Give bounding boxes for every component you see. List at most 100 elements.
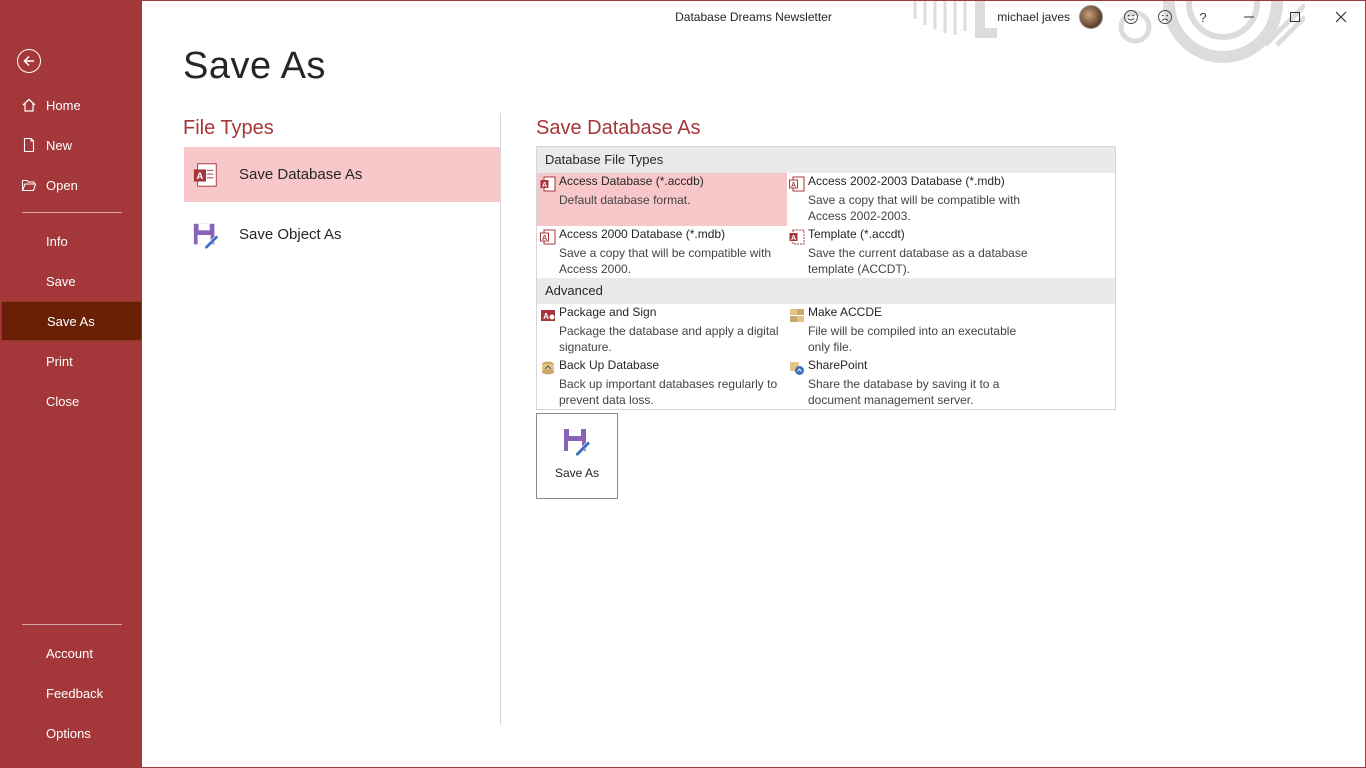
nav-print[interactable]: Print [1,341,142,381]
svg-text:A: A [197,171,204,181]
option-description: Share the database by saving it to a doc… [808,377,1000,407]
nav-save[interactable]: Save [1,261,142,301]
minimize-icon [1244,16,1254,18]
option-description: Save the current database as a database … [808,246,1028,276]
maximize-button[interactable] [1283,5,1307,29]
option-access-2002-2003[interactable]: A Access 2002-2003 Database (*.mdb) Save… [786,173,1036,226]
option-description: Back up important databases regularly to… [559,377,778,407]
nav-print-label: Print [46,353,73,369]
option-title: Access 2000 Database (*.mdb) [559,227,726,241]
option-title: Back Up Database [559,358,660,372]
option-make-accde[interactable]: Make ACCDE File will be compiled into an… [786,304,1036,357]
nav-divider [22,624,122,625]
backstage-nav: Home New Open Info Save Save As Print Cl… [1,1,142,767]
file-types-heading: File Types [183,117,274,139]
nav-options[interactable]: Options [1,713,142,753]
access-database-icon: A [191,160,221,190]
nav-close[interactable]: Close [1,381,142,421]
nav-account-label: Account [46,645,93,661]
nav-info[interactable]: Info [1,221,142,261]
close-window-button[interactable] [1329,5,1353,29]
page-title: Save As [183,45,326,87]
back-button[interactable] [17,49,41,73]
maximize-icon [1290,12,1300,22]
open-folder-icon [20,176,38,194]
svg-text:A: A [542,235,547,242]
save-as-button[interactable]: Save As [536,413,618,499]
option-access-database[interactable]: A Access Database (*.accdb) Default data… [537,173,787,226]
make-accde-icon [790,309,804,322]
home-icon [20,96,38,114]
avatar[interactable] [1079,5,1103,29]
close-icon [1335,11,1347,23]
option-title: Make ACCDE [808,305,883,319]
option-template[interactable]: A Template (*.accdt) Save the current da… [786,226,1036,279]
nav-feedback[interactable]: Feedback [1,673,142,713]
nav-home-label: Home [46,97,81,113]
minimize-button[interactable] [1237,5,1261,29]
file-type-label: Save Object As [239,226,342,243]
save-as-button-label: Save As [554,466,600,480]
svg-text:A: A [542,182,547,189]
option-access-2000[interactable]: A Access 2000 Database (*.mdb) Save a co… [537,226,787,279]
nav-save-label: Save [46,273,76,289]
send-smile-button[interactable] [1119,5,1143,29]
option-description: Package the database and apply a digital… [559,324,779,354]
nav-save-as[interactable]: Save As [1,301,142,341]
group-header-database-file-types: Database File Types [537,147,1115,173]
file-type-save-database-as[interactable]: A Save Database As [184,147,500,202]
file-type-save-object-as[interactable]: Save Object As [184,207,500,262]
user-name[interactable]: michael javes [997,10,1070,24]
option-description: Save a copy that will be compatible with… [559,246,772,276]
help-button[interactable]: ? [1191,5,1215,29]
option-title: Access 2002-2003 Database (*.mdb) [808,174,1005,188]
option-package-and-sign[interactable]: A Package and Sign Package the database … [537,304,787,357]
save-options-panel: Database File Types A Access Database (*… [536,146,1116,410]
back-arrow-icon [23,55,34,67]
package-sign-icon: A [541,310,555,321]
option-description: File will be compiled into an executable… [808,324,1017,354]
option-back-up-database[interactable]: Back Up Database Back up important datab… [537,357,787,410]
nav-options-label: Options [46,725,91,741]
option-title: Access Database (*.accdb) [559,174,704,188]
title-bar: Database Dreams Newsletter michael javes… [142,1,1365,63]
option-title: Package and Sign [559,305,657,319]
option-description: Save a copy that will be compatible with… [808,193,1021,223]
file-type-label: Save Database As [239,166,363,183]
nav-home[interactable]: Home [1,85,142,125]
nav-feedback-label: Feedback [46,685,104,701]
access-mdb-file-icon: A [789,176,805,192]
access-mdb-file-icon: A [540,229,556,245]
access-template-icon: A [789,229,805,245]
sharepoint-icon [790,362,804,375]
nav-new-label: New [46,137,73,153]
access-file-icon: A [540,176,556,192]
save-database-as-heading: Save Database As [536,117,701,139]
backup-database-icon [542,361,554,375]
frown-icon [1158,10,1172,24]
option-sharepoint[interactable]: SharePoint Share the database by saving … [786,357,1036,410]
save-object-icon [191,220,221,250]
nav-account[interactable]: Account [1,633,142,673]
svg-text:A: A [543,312,549,321]
column-divider [500,113,501,725]
option-description: Default database format. [559,193,691,207]
nav-open[interactable]: Open [1,165,142,205]
nav-info-label: Info [46,233,68,249]
svg-text:A: A [791,182,796,189]
new-document-icon [20,136,38,154]
send-frown-button[interactable] [1153,5,1177,29]
group-header-advanced: Advanced [537,278,1115,304]
save-icon [564,429,591,456]
access-backstage-window: Home New Open Info Save Save As Print Cl… [0,0,1366,768]
nav-new[interactable]: New [1,125,142,165]
nav-close-label: Close [46,393,80,409]
svg-text:A: A [791,235,796,242]
option-title: SharePoint [808,358,868,372]
help-icon: ? [1199,9,1207,25]
option-title: Template (*.accdt) [808,227,905,241]
smile-icon [1124,10,1138,24]
nav-open-label: Open [46,177,78,193]
nav-save-as-label: Save As [47,313,95,329]
nav-divider [22,212,122,213]
